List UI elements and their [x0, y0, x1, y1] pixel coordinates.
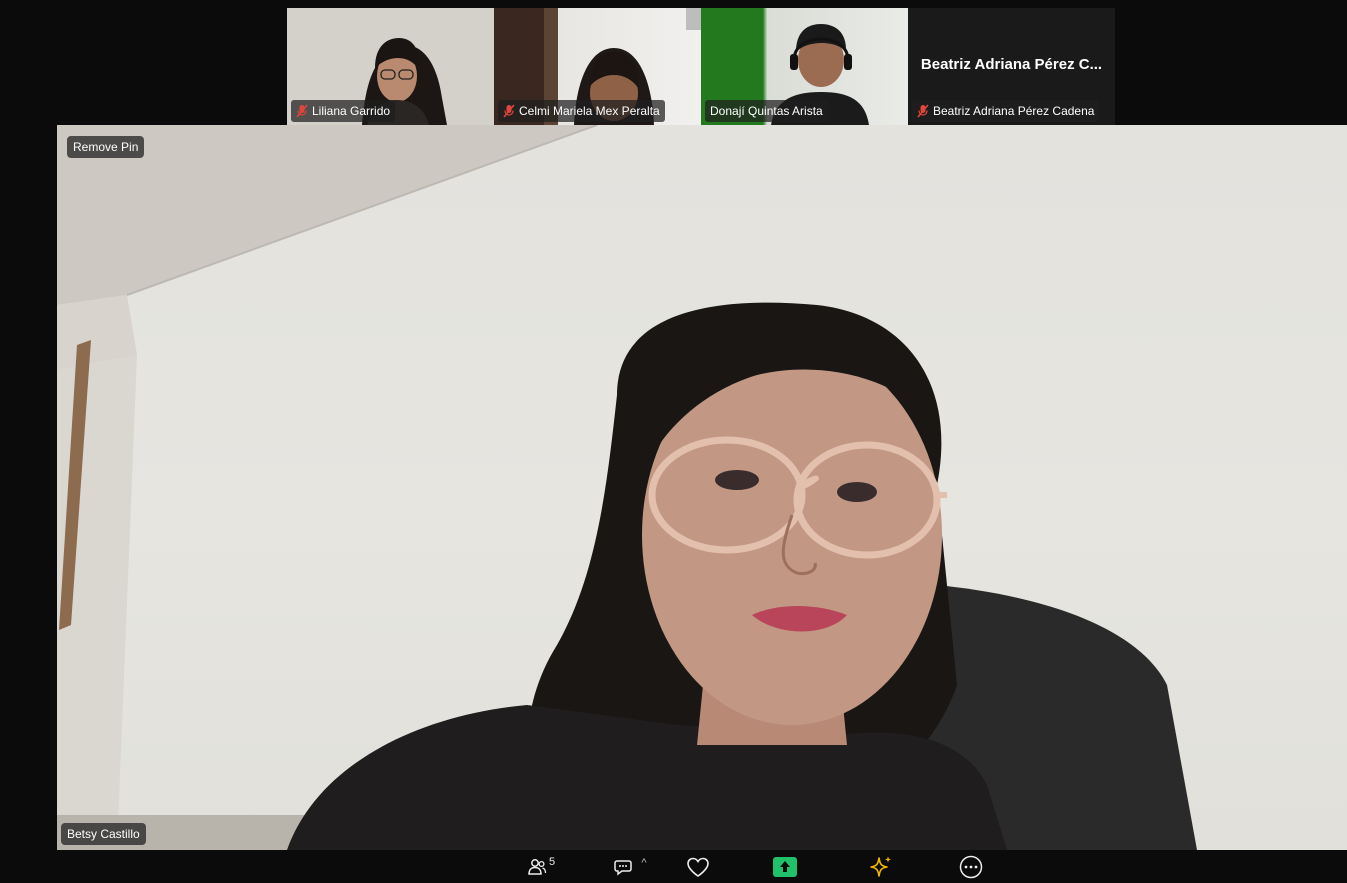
- sparkle-icon: [870, 856, 891, 877]
- remove-pin-button[interactable]: Remove Pin: [67, 136, 145, 158]
- participant-tile[interactable]: Celmi Mariela Mex Peralta: [494, 8, 701, 125]
- mic-off-icon: [917, 104, 929, 118]
- chat-icon: [614, 860, 633, 876]
- mic-off-icon: [503, 104, 515, 118]
- participant-strip: Liliana Garrido Celmi Mariela Mex Peralt…: [287, 8, 1116, 125]
- more-options-button[interactable]: [957, 853, 985, 881]
- participant-name-tag: Celmi Mariela Mex Peralta: [498, 100, 665, 122]
- heart-icon: [687, 857, 709, 877]
- reactions-button[interactable]: [684, 853, 712, 881]
- participants-button[interactable]: 5: [524, 853, 558, 881]
- pinned-video[interactable]: Remove Pin Betsy Castillo: [57, 125, 1347, 850]
- participant-name: Beatriz Adriana Pérez Cadena: [933, 104, 1095, 118]
- chat-button[interactable]: ^: [604, 853, 656, 881]
- share-screen-icon: [773, 857, 797, 877]
- participant-display-name: Beatriz Adriana Pérez C...: [920, 56, 1103, 73]
- participant-name-tag: Beatriz Adriana Pérez Cadena: [912, 100, 1100, 122]
- speaker-video: [57, 125, 1197, 850]
- mic-off-icon: [296, 104, 308, 118]
- participant-tile[interactable]: Liliana Garrido: [287, 8, 494, 125]
- meeting-toolbar: 5 ^: [0, 850, 1347, 883]
- participant-tile-active-speaker[interactable]: Donají Quintas Arista: [701, 8, 908, 125]
- share-screen-button[interactable]: [771, 853, 799, 881]
- participants-icon: [528, 859, 547, 875]
- participants-count: 5: [548, 856, 556, 868]
- participant-name: Donají Quintas Arista: [710, 104, 823, 118]
- participant-tile[interactable]: Beatriz Adriana Pérez C... Beatriz Adria…: [908, 8, 1115, 125]
- participant-name: Celmi Mariela Mex Peralta: [519, 104, 660, 118]
- participant-name-tag: Liliana Garrido: [291, 100, 396, 122]
- participant-name-tag: Donají Quintas Arista: [705, 100, 828, 122]
- more-icon: [959, 855, 983, 879]
- chat-caret-icon[interactable]: ^: [641, 857, 646, 869]
- pinned-participant-name: Betsy Castillo: [61, 823, 146, 845]
- ai-companion-button[interactable]: [867, 853, 895, 881]
- participant-name: Liliana Garrido: [312, 104, 391, 118]
